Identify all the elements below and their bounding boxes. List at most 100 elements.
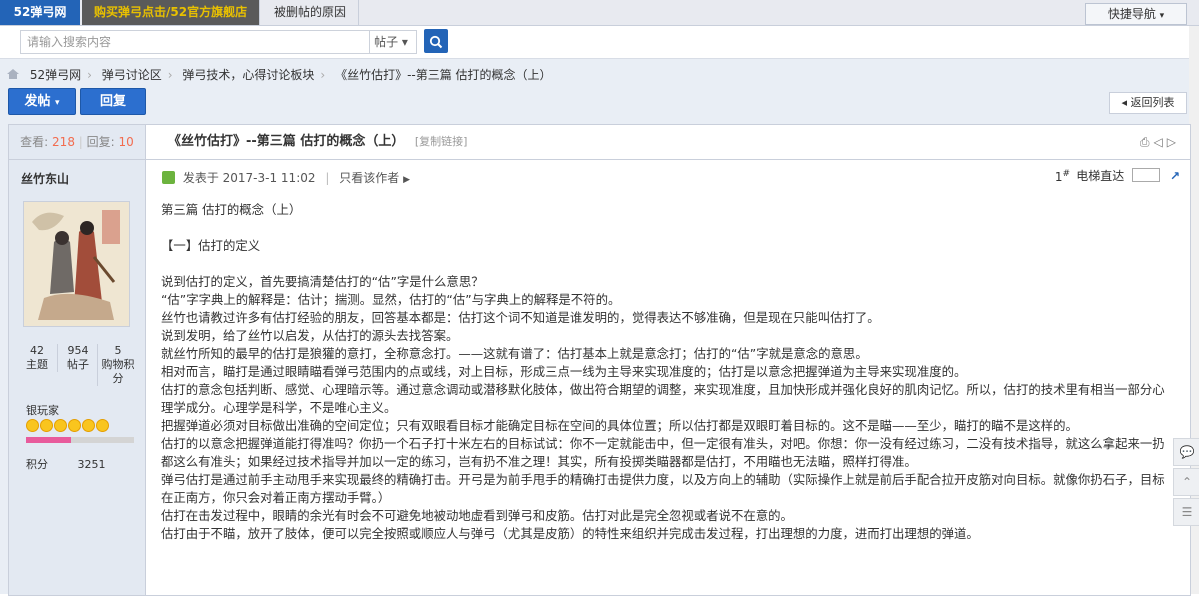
star-icon [96, 419, 109, 432]
next-thread-icon[interactable]: ▷ [1167, 135, 1180, 149]
floating-toolbar: 💬 ⌃ ☰ [1173, 438, 1199, 528]
top-bar: 52弹弓网 购买弹弓点击/52官方旗舰店 被删帖的原因 快捷导航 ▾ [0, 0, 1199, 26]
online-status-icon [162, 171, 175, 184]
back-to-list-label: 返回列表 [1130, 96, 1175, 109]
posted-at: 发表于 2017-3-1 11:02 [182, 171, 316, 185]
meta-separator: | [325, 171, 330, 185]
credits-stat[interactable]: 5 购物积分 [97, 344, 138, 386]
copy-link[interactable]: [复制链接] [415, 135, 468, 148]
star-icon [26, 419, 39, 432]
star-icon [82, 419, 95, 432]
post-meta: 发表于 2017-3-1 11:02 | 只看该作者 ▶ [162, 169, 410, 186]
author-name[interactable]: 丝竹东山 [21, 170, 69, 187]
avatar-image [24, 202, 129, 326]
post-paragraph: 估打由于不瞄，放开了肢体，便可以完全按照或顺应人与弹弓（尤其是皮筋）的特性来组织… [161, 526, 979, 541]
breadcrumb-item[interactable]: 弹弓技术，心得讨论板块 [182, 68, 314, 82]
rank-stars [26, 419, 110, 435]
new-post-button[interactable]: 发帖 ▾ [8, 88, 76, 115]
page-title: 《丝竹估打》--第三篇 估打的概念（上） [复制链接] [168, 125, 467, 159]
caret-right-icon: ▶ [403, 175, 410, 185]
floor-number[interactable]: 1# [1055, 169, 1070, 184]
points-value: 3251 [77, 458, 106, 471]
posts-label: 帖子 [67, 358, 89, 371]
breadcrumb-current: 《丝竹估打》--第三篇 估打的概念（上） [335, 68, 552, 82]
user-rank[interactable]: 银玩家 [26, 402, 59, 418]
comment-icon[interactable]: 💬 [1173, 438, 1199, 466]
post-paragraph: 就丝竹所知的最早的估打是狼獾的意打，全称意念打。——这就有谱了：估打基本上就是意… [161, 346, 868, 361]
jump-label: 电梯直达 [1076, 169, 1125, 183]
back-to-list-button[interactable]: ◂ 返回列表 [1109, 92, 1187, 114]
author-sidebar: 丝竹东山 42 主题 954 帖子 5 购物积分 银玩家 积分 3251 [9, 160, 146, 595]
views-label: 查看: [20, 135, 49, 149]
breadcrumb-separator: › [320, 68, 326, 82]
chevron-down-icon: ▾ [55, 98, 60, 108]
quick-nav-button[interactable]: 快捷导航 ▾ [1085, 3, 1187, 25]
buy-slingshot-link[interactable]: 购买弹弓点击/52官方旗舰店 [82, 0, 261, 25]
post-paragraph: 弹弓估打是通过前手主动甩手来实现最终的精确打击。开弓是为前手甩手的精确打击提供力… [161, 472, 1165, 505]
chevron-left-icon: ◂ [1121, 96, 1128, 109]
list-icon[interactable]: ☰ [1173, 498, 1199, 526]
star-icon [54, 419, 67, 432]
search-input[interactable]: 请输入搜索内容 [20, 30, 370, 54]
posts-count: 954 [67, 344, 89, 357]
post-paragraph: 把握弹道必须对目标做出准确的空间定位；只有双眼看目标才能确定目标在空间的具体位置… [161, 418, 1078, 433]
breadcrumb-item[interactable]: 52弹弓网 [30, 68, 81, 82]
thread-title: 《丝竹估打》--第三篇 估打的概念（上） [168, 134, 405, 149]
back-to-top-icon[interactable]: ⌃ [1173, 468, 1199, 496]
post-paragraph: 第三篇 估打的概念（上） [161, 202, 302, 217]
post-title-bar: 《丝竹估打》--第三篇 估打的概念（上） [复制链接] ⎙◁▷ [146, 125, 1190, 160]
post-paragraph: 【一】估打的定义 [161, 238, 261, 253]
post-paragraph: 说到发明，给了丝竹以启发，从估打的源头去找答案。 [161, 328, 459, 343]
post-body: 第三篇 估打的概念（上） 【一】估打的定义说到估打的定义，首先要搞清楚估打的“估”… [161, 201, 1171, 543]
credits-count: 5 [114, 344, 122, 357]
star-icon [68, 419, 81, 432]
search-bar: 请输入搜索内容 帖子 ▾ [0, 26, 1199, 59]
print-icon[interactable]: ⎙ [1140, 135, 1154, 149]
rank-progress-fill [26, 437, 72, 443]
jump-go-icon[interactable]: ↗ [1170, 169, 1180, 183]
site-logo[interactable]: 52弹弓网 [0, 0, 80, 25]
star-icon [40, 419, 53, 432]
topics-stat[interactable]: 42 主题 [17, 344, 57, 372]
search-type-select[interactable]: 帖子 ▾ [366, 30, 417, 54]
points-label: 积分 [26, 458, 48, 471]
post-paragraph: 相对而言，瞄打是通过眼睛瞄看弹弓范围内的点或线，对上目标，形成三点一线为主导来实… [161, 364, 967, 379]
search-icon [429, 35, 443, 48]
post-paragraph: 丝竹也请教过许多有估打经验的朋友，回答基本都是：估打这个词不知道是谁发明的，觉得… [161, 310, 880, 325]
search-button[interactable] [424, 29, 448, 53]
replies-label: 回复: [86, 135, 115, 149]
breadcrumb-item[interactable]: 弹弓讨论区 [102, 68, 162, 82]
avatar[interactable] [23, 201, 130, 327]
prev-thread-icon[interactable]: ◁ [1154, 135, 1167, 149]
post-paragraph: 估打的以意念把握弹道能打得准吗？你扔一个石子打十米左右的目标试试：你不一定就能击… [161, 436, 1165, 469]
post-paragraph: “估”字字典上的解释是：估计；揣测。显然，估打的“估”与字典上的解释是不符的。 [161, 292, 621, 307]
deleted-posts-link[interactable]: 被删帖的原因 [262, 0, 360, 25]
breadcrumb-separator: › [87, 68, 92, 82]
breadcrumb-separator: › [167, 68, 173, 82]
rank-progress-bar [26, 437, 134, 443]
post-meta-bar: 发表于 2017-3-1 11:02 | 只看该作者 ▶ 1# 电梯直达 ↗ [146, 160, 1190, 190]
points-row: 积分 3251 [26, 456, 106, 472]
only-author-link[interactable]: 只看该作者 [339, 171, 399, 185]
post-paragraph: 估打在击发过程中，眼睛的余光有时会不可避免地被动地虚看到弹弓和皮筋。估打对此是完… [161, 508, 793, 523]
topics-label: 主题 [26, 358, 48, 371]
reply-button[interactable]: 回复 [80, 88, 146, 115]
chevron-down-icon: ▾ [1159, 11, 1165, 21]
search-type-label: 帖子 [374, 35, 399, 49]
home-icon[interactable] [6, 67, 20, 81]
new-post-label: 发帖 [24, 94, 51, 109]
posts-stat[interactable]: 954 帖子 [57, 344, 98, 372]
post-paragraph: 说到估打的定义，首先要搞清楚估打的“估”字是什么意思？ [161, 274, 484, 289]
floor-suffix: # [1062, 169, 1070, 179]
floor-jump: 电梯直达 ↗ [1076, 167, 1180, 184]
thread-stats: 查看: 218 | 回复: 10 [9, 125, 146, 160]
views-count: 218 [52, 135, 75, 149]
replies-count: 10 [118, 135, 134, 149]
breadcrumb: 52弹弓网 › 弹弓讨论区 › 弹弓技术，心得讨论板块 › 《丝竹估打》--第三篇 估… [6, 66, 556, 84]
chevron-down-icon: ▾ [401, 35, 408, 49]
jump-input[interactable] [1132, 168, 1161, 182]
post-paragraph: 估打的意念包括判断、感觉、心理暗示等。通过意念调动或潜移默化肢体，做出符合期望的… [161, 382, 1165, 415]
thread-tools: ⎙◁▷ [1140, 135, 1180, 150]
